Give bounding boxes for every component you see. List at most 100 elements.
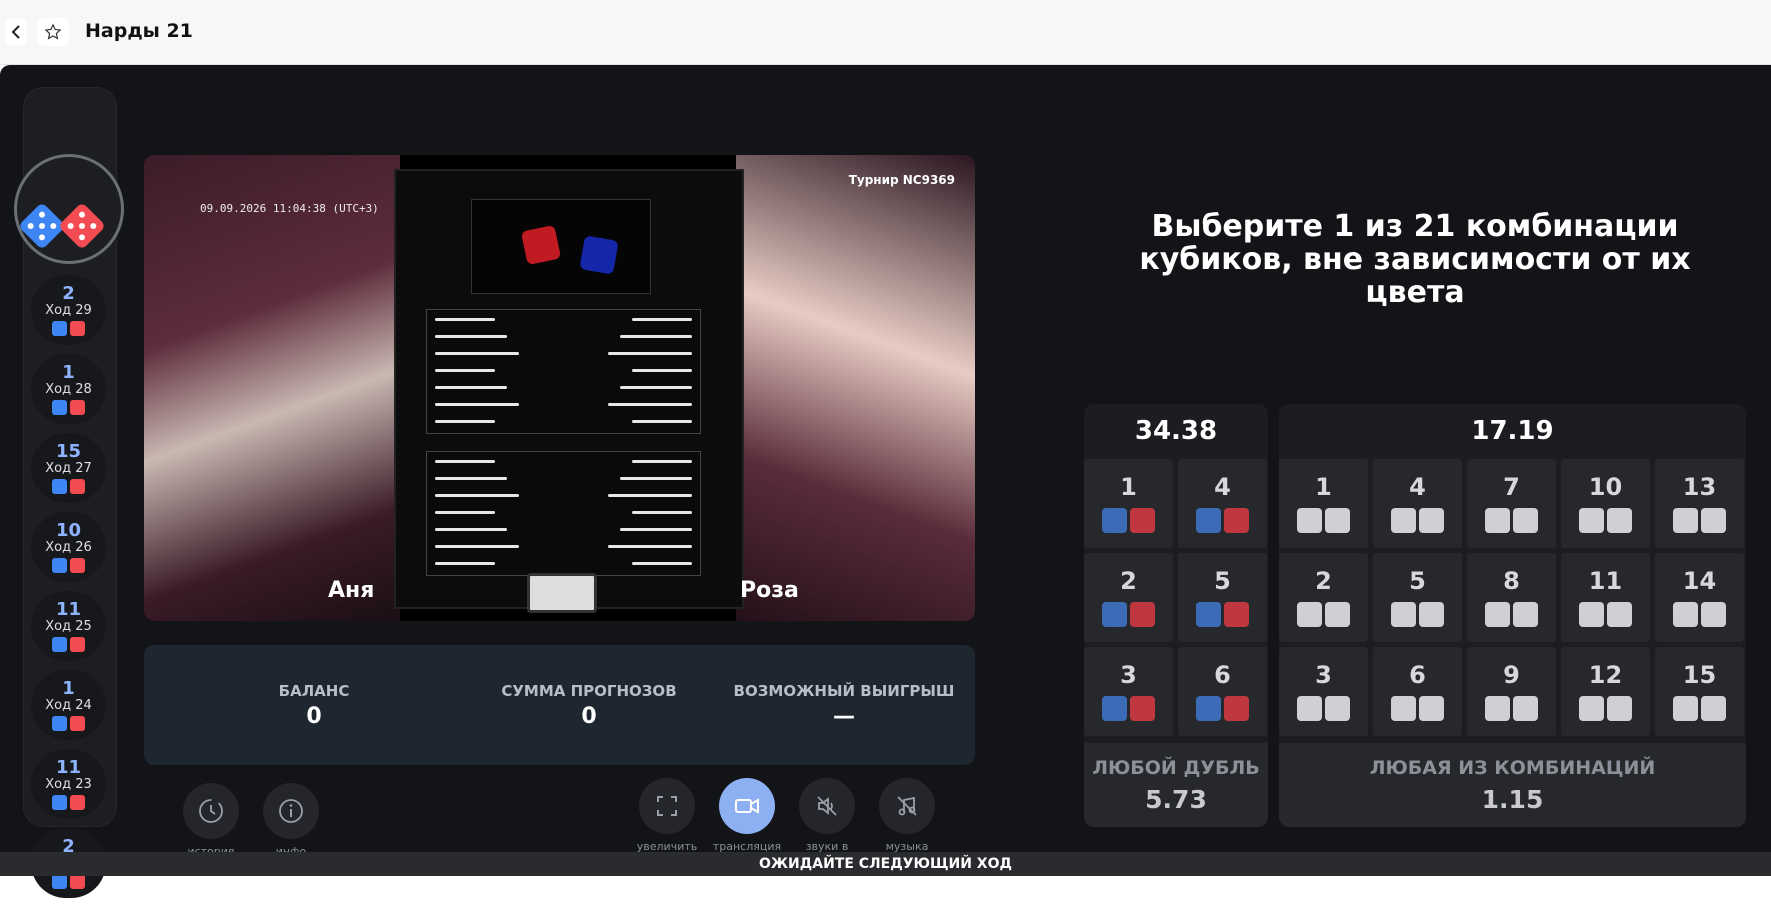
history-move: Ход 28 xyxy=(45,381,92,397)
info-button[interactable]: инфо xyxy=(256,783,326,858)
combination-bet-cell[interactable]: 13 xyxy=(1655,459,1744,548)
music-muted-icon[interactable] xyxy=(879,778,935,834)
red-die xyxy=(520,224,562,266)
die-face-icon xyxy=(1325,696,1350,721)
double-bet-cell[interactable]: 4 xyxy=(1178,459,1267,548)
fullscreen-icon[interactable] xyxy=(639,778,695,834)
combination-bet-cell[interactable]: 5 xyxy=(1373,553,1462,642)
die-face-icon xyxy=(1579,508,1604,533)
combination-bet-cell[interactable]: 10 xyxy=(1561,459,1650,548)
red-die-icon xyxy=(70,478,85,494)
die-face-icon xyxy=(1325,508,1350,533)
bets-label: СУММА ПРОГНОЗОВ xyxy=(501,681,677,700)
combination-bet-cell[interactable]: 3 xyxy=(1279,647,1368,736)
die-face-icon xyxy=(1485,602,1510,627)
double-bet-cell[interactable]: 6 xyxy=(1178,647,1267,736)
history-item: 11 Ход 25 xyxy=(31,591,106,661)
combination-bet-cell[interactable]: 6 xyxy=(1373,647,1462,736)
double-bet-cell[interactable]: 5 xyxy=(1178,553,1267,642)
blue-die xyxy=(579,235,619,275)
chevron-left-icon[interactable] xyxy=(6,18,26,46)
combination-bet-cell[interactable]: 12 xyxy=(1561,647,1650,736)
history-button[interactable]: история xyxy=(176,783,246,858)
doubles-panel: 34.38 1 2 3 4 5 6 ЛЮБОЙ ДУБЛЬ 5.73 xyxy=(1084,404,1268,827)
combination-bet-cell[interactable]: 2 xyxy=(1279,553,1368,642)
die-face-icon xyxy=(1513,508,1538,533)
bet-prompt: Выберите 1 из 21 комбинации кубиков, вне… xyxy=(1139,209,1691,310)
board-point xyxy=(435,528,507,531)
die-face-icon xyxy=(1419,602,1444,627)
history-move: Ход 24 xyxy=(45,697,92,713)
die-face-icon xyxy=(1102,508,1127,533)
board-point xyxy=(632,562,692,565)
combination-bet-cell[interactable]: 1 xyxy=(1279,459,1368,548)
player-left-name: Аня xyxy=(328,578,375,603)
stream-button[interactable]: трансляция xyxy=(712,778,782,853)
double-bet-cell[interactable]: 1 xyxy=(1084,459,1173,548)
die-face-icon xyxy=(1513,602,1538,627)
die-face-icon xyxy=(1391,508,1416,533)
blue-die-icon xyxy=(52,636,67,652)
player-left-video xyxy=(144,155,400,621)
music-button[interactable]: музыка xyxy=(872,778,942,853)
blue-die-icon xyxy=(52,794,67,810)
blue-die-icon xyxy=(52,320,67,336)
title-bar: Нарды 21 xyxy=(0,0,1771,65)
any-combination-odds: 1.15 xyxy=(1481,784,1544,814)
info-icon[interactable] xyxy=(263,783,319,839)
combination-bet-cell[interactable]: 8 xyxy=(1467,553,1556,642)
board-point xyxy=(435,477,507,480)
board-point xyxy=(632,460,692,463)
combination-bet-cell[interactable]: 9 xyxy=(1467,647,1556,736)
die-face-icon xyxy=(1673,602,1698,627)
combination-bet-cell[interactable]: 14 xyxy=(1655,553,1744,642)
history-result: 11 xyxy=(55,598,82,620)
combination-bet-cell[interactable]: 7 xyxy=(1467,459,1556,548)
history-move: Ход 29 xyxy=(45,302,92,318)
blue-die-icon xyxy=(52,478,67,494)
any-combination-button[interactable]: ЛЮБАЯ ИЗ КОМБИНАЦИЙ 1.15 xyxy=(1279,743,1746,827)
video-stream: 09.09.2026 11:04:38 (UTC+3) Турнир NC936… xyxy=(144,155,975,621)
bet-number: 10 xyxy=(1588,473,1623,501)
bet-number: 6 xyxy=(1409,661,1426,689)
board-point xyxy=(632,369,692,372)
die-face-icon xyxy=(1607,696,1632,721)
combination-bet-cell[interactable]: 4 xyxy=(1373,459,1462,548)
double-bet-cell[interactable]: 2 xyxy=(1084,553,1173,642)
history-result: 2 xyxy=(62,282,75,304)
die-face-icon xyxy=(1673,696,1698,721)
history-result: 1 xyxy=(62,677,75,699)
any-double-button[interactable]: ЛЮБОЙ ДУБЛЬ 5.73 xyxy=(1084,743,1268,827)
game-clock xyxy=(527,573,597,613)
combination-bet-cell[interactable]: 11 xyxy=(1561,553,1650,642)
history-icon[interactable] xyxy=(183,783,239,839)
die-face-icon xyxy=(1701,602,1726,627)
board-point xyxy=(608,403,692,406)
history-item: 15 Ход 27 xyxy=(31,433,106,503)
bet-number: 1 xyxy=(1120,473,1137,501)
die-face-icon xyxy=(1196,602,1221,627)
history-item: 11 Ход 23 xyxy=(31,749,106,819)
any-double-odds: 5.73 xyxy=(1145,784,1207,814)
double-bet-cell[interactable]: 3 xyxy=(1084,647,1173,736)
die-face-icon xyxy=(1130,602,1155,627)
die-face-icon xyxy=(1196,696,1221,721)
video-camera-icon[interactable] xyxy=(719,778,775,834)
red-die-icon xyxy=(70,557,85,573)
star-icon[interactable] xyxy=(37,18,69,46)
board-top-half xyxy=(426,309,701,434)
sound-muted-icon[interactable] xyxy=(799,778,855,834)
blue-die-icon xyxy=(52,557,67,573)
red-die-icon xyxy=(70,715,85,731)
combination-bet-cell[interactable]: 15 xyxy=(1655,647,1744,736)
die-face-icon xyxy=(1391,696,1416,721)
red-die-icon xyxy=(60,204,104,248)
win-label: ВОЗМОЖНЫЙ ВЫИГРЫШ xyxy=(733,681,955,700)
bet-number: 3 xyxy=(1120,661,1137,689)
die-face-icon xyxy=(1297,602,1322,627)
die-face-icon xyxy=(1130,508,1155,533)
balance-stat: БАЛАНС 0 xyxy=(214,645,414,765)
board-point xyxy=(435,386,507,389)
page-title: Нарды 21 xyxy=(85,20,193,42)
red-die-icon xyxy=(70,320,85,336)
